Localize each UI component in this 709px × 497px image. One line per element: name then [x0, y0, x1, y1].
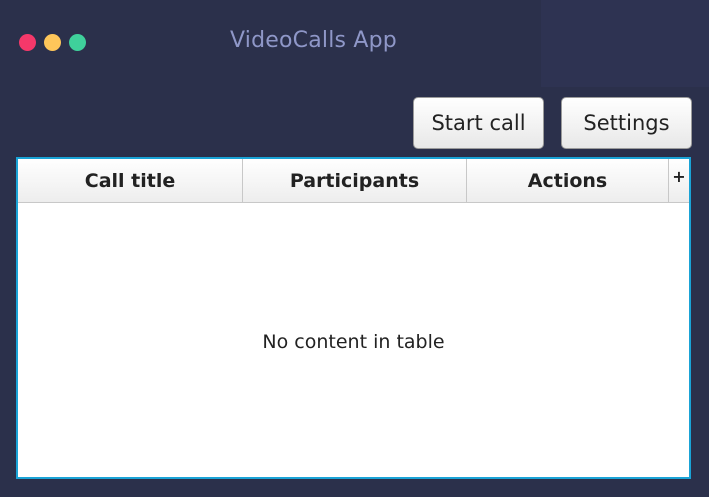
app-title: VideoCalls App [230, 28, 397, 53]
calls-table[interactable]: Call title Participants Actions + No con… [16, 157, 691, 479]
column-header-participants[interactable]: Participants [243, 159, 467, 202]
empty-table-message: No content in table [262, 331, 445, 353]
column-header-actions[interactable]: Actions [467, 159, 669, 202]
plus-icon[interactable]: + [669, 159, 689, 202]
settings-button[interactable]: Settings [561, 97, 692, 149]
maximize-window-icon[interactable] [69, 34, 86, 51]
app-window: VideoCalls App Start call Settings Call … [0, 0, 709, 497]
start-call-button[interactable]: Start call [413, 97, 544, 149]
column-header-call-title[interactable]: Call title [18, 159, 243, 202]
minimize-window-icon[interactable] [44, 34, 61, 51]
table-body: No content in table [18, 203, 689, 477]
close-window-icon[interactable] [19, 34, 36, 51]
table-header: Call title Participants Actions + [18, 159, 689, 203]
titlebar-shade [541, 0, 709, 87]
